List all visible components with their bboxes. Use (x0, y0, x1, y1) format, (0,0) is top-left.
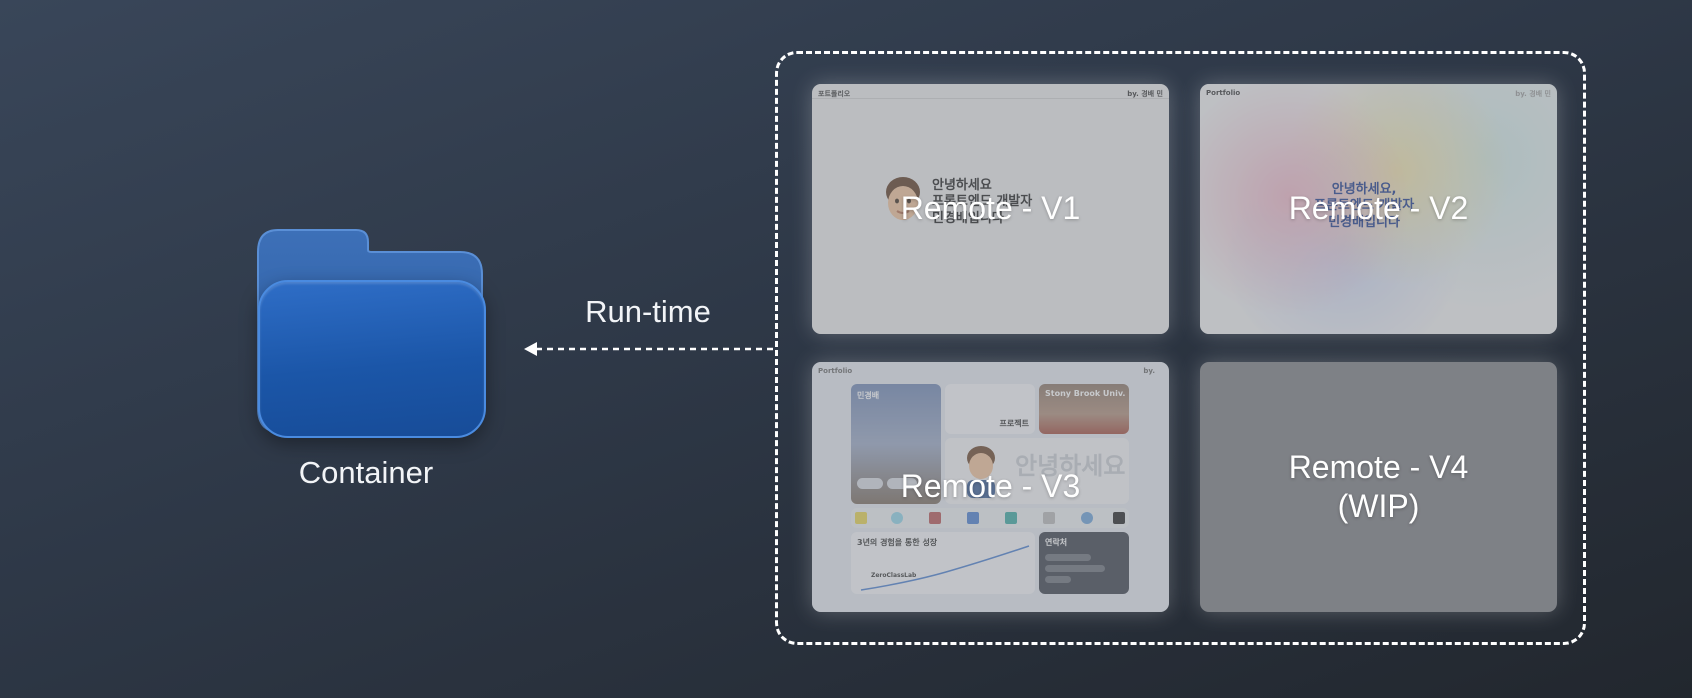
folder-front-panel (258, 280, 486, 438)
remote-v2-label: Remote - V2 (1200, 84, 1557, 334)
folder-icon (256, 228, 486, 438)
remote-v1-label: Remote - V1 (812, 84, 1169, 334)
remote-v2-label-text: Remote - V2 (1288, 190, 1469, 227)
remote-v2-card[interactable]: Portfolio by. 경배 민 안녕하세요, 프론트엔드 개발자 민경배입… (1200, 84, 1557, 334)
remote-v3-label-text: Remote - V3 (900, 468, 1081, 505)
remote-v4-card[interactable]: Remote - V4 (WIP) (1200, 362, 1557, 612)
remote-v1-card[interactable]: 포트폴리오 by. 경배 민 안녕하세요 프론트엔드 개발자 민경배입니다 Re… (812, 84, 1169, 334)
remote-v1-label-text: Remote - V1 (900, 190, 1081, 227)
runtime-arrow (524, 342, 778, 356)
remote-v3-card[interactable]: Portfolio by. 민경배 프로젝트 Stony Brook Univ.… (812, 362, 1169, 612)
container-label: Container (298, 455, 434, 490)
remote-v4-label: Remote - V4 (WIP) (1200, 362, 1557, 612)
remote-v4-label-text: Remote - V4 (1288, 448, 1469, 485)
remote-v4-label-sub: (WIP) (1337, 488, 1420, 524)
remote-v3-label: Remote - V3 (812, 362, 1169, 612)
runtime-label: Run-time (585, 294, 711, 329)
